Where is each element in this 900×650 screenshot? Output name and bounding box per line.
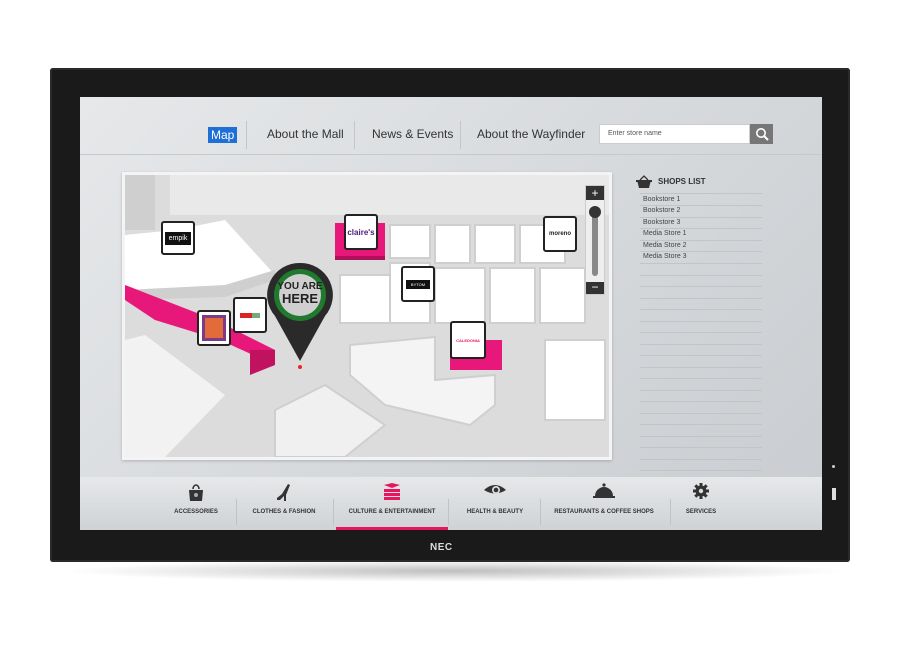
category-label: RESTAURANTS & COFFEE SHOPS [554, 509, 654, 515]
divider [640, 193, 762, 194]
store-pin-shop[interactable] [233, 297, 267, 333]
store-logo-image [240, 312, 260, 318]
search-icon [755, 128, 769, 141]
category-bar: ACCESSORIES CLOTHES & FASHION CULTURE & … [80, 477, 822, 530]
zoom-slider-handle[interactable] [589, 206, 601, 218]
divider [640, 355, 762, 356]
category-label: HEALTH & BEAUTY [466, 509, 524, 515]
category-label: CLOTHES & FASHION [252, 509, 316, 515]
nav-news-events[interactable]: News & Events [372, 127, 453, 141]
zoom-control[interactable]: + − [585, 185, 605, 295]
divider [640, 332, 762, 333]
shop-item[interactable]: Bookstore 1 [643, 196, 680, 203]
divider [640, 366, 762, 368]
divider [640, 458, 762, 460]
handbag-icon [189, 484, 203, 501]
store-logo: CALEDONIA [456, 337, 480, 343]
divider [640, 470, 762, 471]
divider [640, 217, 762, 218]
divider [640, 240, 762, 241]
shop-item[interactable]: Media Store 3 [643, 253, 687, 260]
basket-icon [636, 175, 652, 188]
store-logo-image [202, 315, 226, 341]
category-restaurants-coffee[interactable]: RESTAURANTS & COFFEE SHOPS [542, 477, 666, 530]
nav-about-wayfinder[interactable]: About the Wayfinder [477, 127, 585, 141]
category-health-beauty[interactable]: HEALTH & BEAUTY [452, 477, 538, 530]
category-accessories[interactable]: ACCESSORIES [156, 477, 236, 530]
shop-item[interactable]: Media Store 2 [643, 242, 687, 249]
divider [670, 499, 671, 525]
store-logo: empik [164, 231, 192, 245]
side-button [832, 488, 836, 500]
store-logo: BYTOM [405, 279, 431, 289]
divider [333, 499, 334, 525]
divider [640, 320, 762, 322]
divider [640, 251, 762, 252]
cloche-icon [593, 483, 615, 498]
zoom-out-button[interactable]: − [586, 281, 604, 294]
divider [640, 263, 762, 264]
nav-map[interactable]: Map [208, 127, 238, 143]
store-logo: moreno [548, 231, 571, 237]
store-pin-moreno[interactable]: moreno [543, 216, 577, 252]
high-heel-icon [277, 484, 290, 501]
active-category-indicator [336, 527, 448, 530]
you-are-here-marker [267, 262, 333, 369]
divider [640, 297, 762, 299]
divider [640, 412, 762, 414]
mall-map[interactable]: empik claire's BYTOM CALEDONIA moreno YO… [122, 172, 612, 460]
divider [640, 424, 762, 425]
store-pin-bytom[interactable]: BYTOM [401, 266, 435, 302]
monitor-shadow [60, 560, 850, 582]
screen: Map About the Mall News & Events About t… [80, 97, 822, 530]
divider [640, 378, 762, 379]
divider [236, 499, 237, 525]
shops-list-title: SHOPS LIST [658, 177, 706, 186]
divider [640, 286, 762, 287]
divider [448, 499, 449, 525]
divider [640, 205, 762, 206]
category-label: ACCESSORIES [174, 509, 218, 515]
divider [640, 401, 762, 402]
zoom-in-button[interactable]: + [586, 186, 604, 200]
store-pin-bookstore[interactable] [197, 310, 231, 346]
divider [640, 435, 762, 437]
top-nav: Map About the Mall News & Events About t… [80, 115, 822, 155]
divider [246, 121, 247, 149]
shop-item[interactable]: Media Store 1 [643, 230, 687, 237]
divider [640, 389, 762, 391]
divider [640, 343, 762, 345]
category-services[interactable]: SERVICES [672, 477, 730, 530]
store-search-input[interactable]: Enter store name [599, 124, 750, 144]
divider [460, 121, 461, 149]
category-label: CULTURE & ENTERTAINMENT [348, 509, 436, 515]
store-logo: claire's [347, 227, 375, 237]
shop-item[interactable]: Bookstore 3 [643, 219, 680, 226]
divider [640, 228, 762, 229]
search-button[interactable] [750, 124, 773, 144]
divider [354, 121, 355, 149]
power-led [832, 465, 835, 468]
brand-logo: NEC [430, 542, 453, 553]
divider [640, 447, 762, 448]
nav-about-mall[interactable]: About the Mall [267, 127, 344, 141]
eye-icon [484, 485, 506, 494]
divider [540, 499, 541, 525]
you-are-here-text: YOU ARE HERE [277, 281, 323, 306]
shop-item[interactable]: Bookstore 2 [643, 207, 680, 214]
divider [640, 309, 762, 310]
category-clothes-fashion[interactable]: CLOTHES & FASHION [240, 477, 328, 530]
category-label: SERVICES [685, 509, 717, 515]
store-pin-caledonia[interactable]: CALEDONIA [450, 321, 486, 359]
category-culture-entertainment[interactable]: CULTURE & ENTERTAINMENT [336, 477, 448, 530]
gear-icon [693, 483, 709, 499]
books-icon [384, 483, 400, 500]
store-pin-claires[interactable]: claire's [344, 214, 378, 250]
store-pin-empik[interactable]: empik [161, 221, 195, 255]
divider [640, 274, 762, 276]
zoom-slider[interactable] [589, 206, 601, 276]
